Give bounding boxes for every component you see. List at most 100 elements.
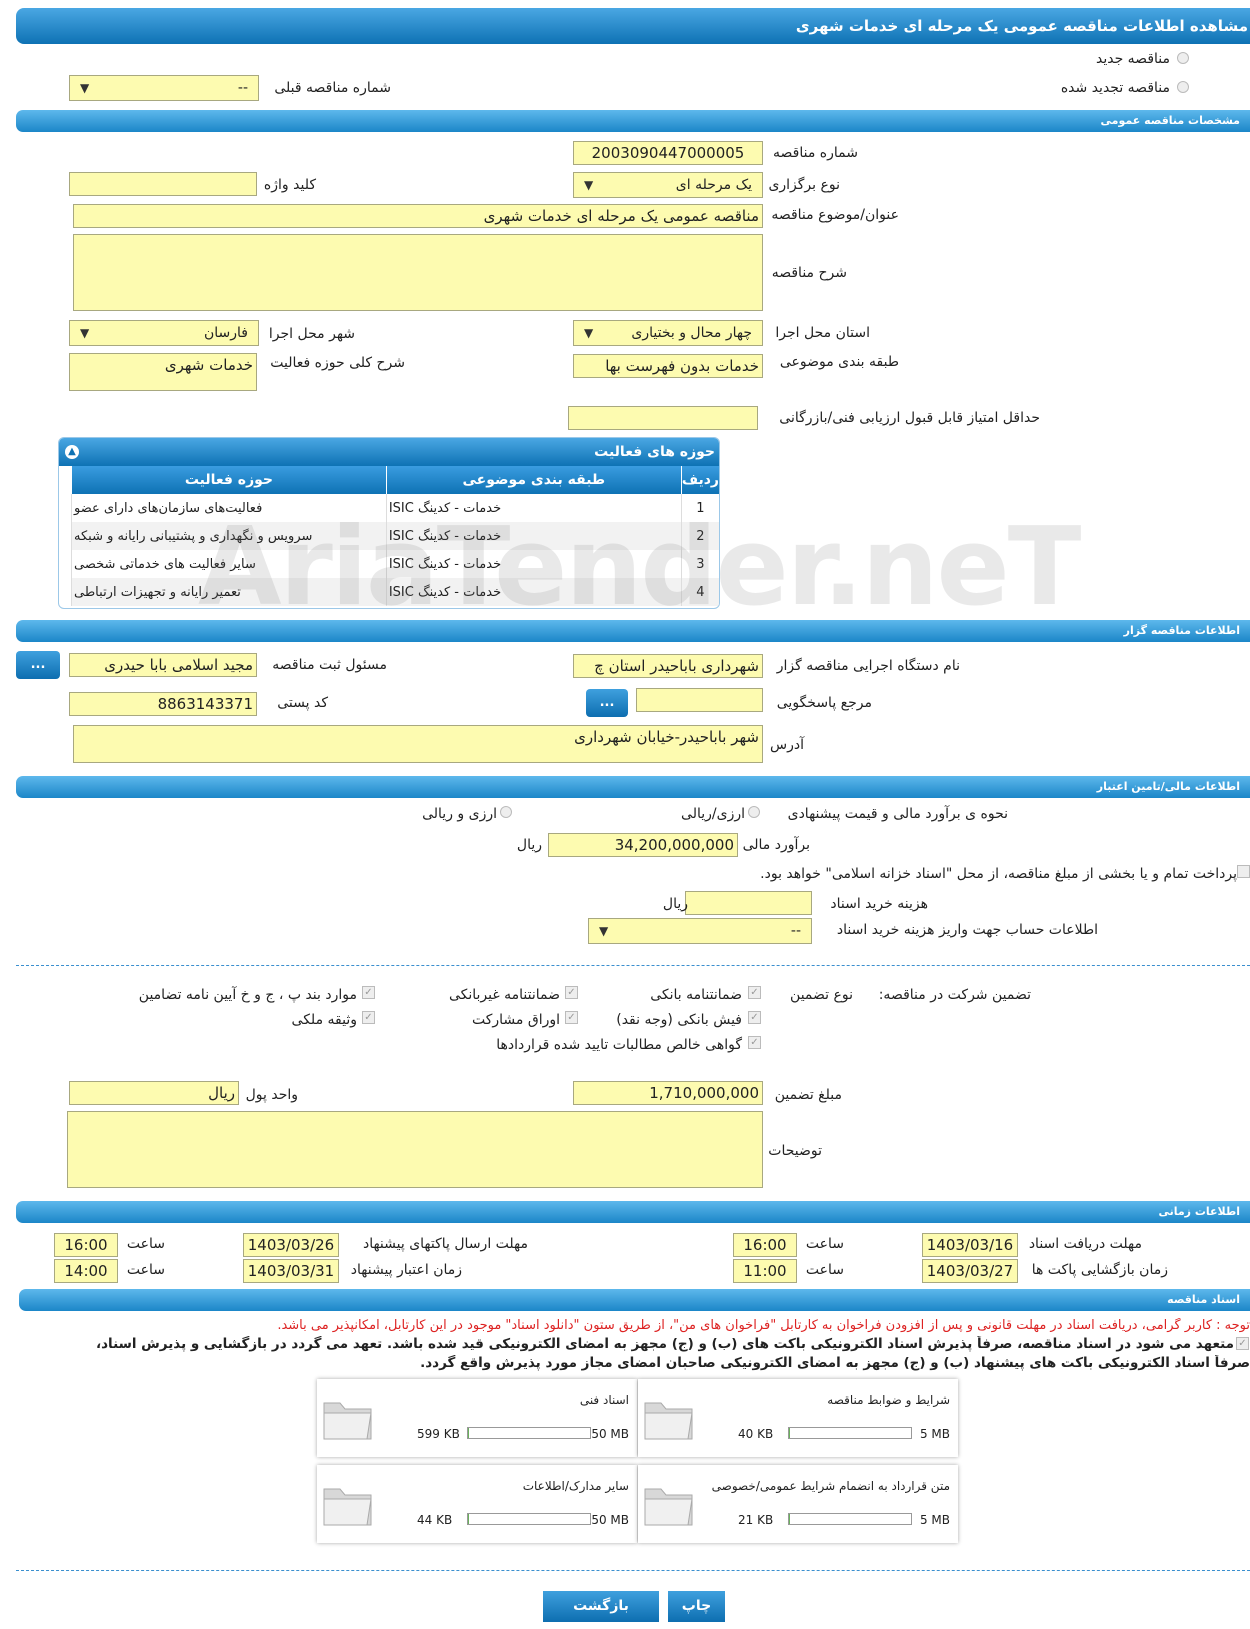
col-row: ردیف	[680, 466, 719, 494]
ref-lookup-button[interactable]: ...	[586, 689, 628, 717]
doc-progress	[467, 1427, 591, 1439]
print-button[interactable]: چاپ	[668, 1591, 725, 1622]
doc-card[interactable]: اسناد فنی 599 KB 50 MB	[317, 1379, 637, 1457]
section-general: مشخصات مناقصه عمومی	[16, 110, 1250, 132]
treasury-text: پرداخت تمام و یا بخشی از مبلغ مناقصه، از…	[760, 866, 1237, 882]
account-label: اطلاعات حساب جهت واریز هزینه خرید اسناد	[836, 922, 1098, 938]
commit-text-1: متعهد می شود در اسناد مناقصه، صرفاً پذیر…	[95, 1336, 1234, 1352]
registrar-label: مسئول ثبت مناقصه	[272, 657, 387, 673]
subject-label: عنوان/موضوع مناقصه	[771, 207, 899, 223]
desc-field[interactable]	[73, 234, 763, 311]
folder-icon	[323, 1402, 372, 1440]
keyword-label: کلید واژه	[263, 177, 316, 193]
estimate-field: 34,200,000,000	[548, 833, 738, 857]
doc-title: اسناد فنی	[579, 1393, 629, 1407]
province-label: استان محل اجرا	[775, 325, 870, 341]
open-time-label: ساعت	[805, 1262, 844, 1278]
estimate-method-label: نحوه ی برآورد مالی و قیمت پیشنهادی	[787, 806, 1008, 822]
org-name-field: شهرداری باباحیدر استان چ	[573, 654, 763, 678]
doc-used: 44 KB	[417, 1513, 453, 1527]
doc-card[interactable]: متن قرارداد به انضمام شرایط عمومی/خصوصی …	[638, 1465, 958, 1543]
postal-field: 8863143371	[69, 692, 257, 716]
ref-field[interactable]	[636, 688, 763, 712]
g4-label: فیش بانکی (وجه نقد)	[616, 1012, 742, 1028]
doc-progress	[467, 1513, 591, 1525]
radio-new-label: مناقصه جدید	[1095, 51, 1170, 67]
keyword-field[interactable]	[69, 172, 257, 196]
ref-label: مرجع پاسخگویی	[776, 695, 872, 711]
validity-field: 1403/03/31	[243, 1259, 339, 1283]
send-deadline-time-field: 16:00	[54, 1233, 118, 1257]
doc-card[interactable]: شرایط و ضوابط مناقصه 40 KB 5 MB	[638, 1379, 958, 1457]
holding-type-label: نوع برگزاری	[768, 177, 840, 193]
account-select[interactable]: -- ▼	[588, 918, 812, 944]
notes-field[interactable]	[67, 1111, 763, 1188]
divider	[16, 965, 1250, 966]
radio-rial-label: ارزی/ریالی	[681, 806, 745, 822]
section-time: اطلاعات زمانی	[16, 1201, 1250, 1223]
g2-label: ضمانتنامه غیربانکی	[448, 987, 560, 1003]
radio-rial[interactable]	[748, 806, 760, 818]
registrar-lookup-button[interactable]: ...	[16, 651, 60, 679]
folder-icon	[323, 1488, 372, 1526]
doc-max: 50 MB	[591, 1427, 629, 1441]
desc-label: شرح مناقصه	[771, 265, 847, 281]
radio-renew-label: مناقصه تجدید شده	[1060, 80, 1170, 96]
watermark: AriaTender.neT	[198, 505, 1081, 630]
guarantee-amount-label: مبلغ تضمین	[774, 1087, 842, 1103]
doc-fee-unit: ریال	[662, 896, 688, 912]
section-organizer: اطلاعات مناقصه گزار	[16, 620, 1250, 642]
doc-deadline-field: 1403/03/16	[922, 1233, 1018, 1257]
doc-used: 40 KB	[738, 1427, 774, 1441]
tender-number-field: 2003090447000005	[573, 141, 763, 165]
doc-fee-label: هزینه خرید اسناد	[830, 896, 928, 912]
city-label: شهر محل اجرا	[268, 326, 355, 342]
radio-currency[interactable]	[500, 806, 512, 818]
open-time-field: 11:00	[733, 1259, 797, 1283]
prev-number-value: --	[237, 80, 248, 96]
prev-number-select[interactable]: -- ▼	[69, 75, 259, 101]
section-docs: اسناد مناقصه	[19, 1289, 1250, 1311]
doc-max: 5 MB	[919, 1427, 950, 1441]
doc-fee-field[interactable]	[685, 891, 812, 915]
holding-type-select[interactable]: یک مرحله ای ▼	[573, 172, 763, 198]
back-button[interactable]: بازگشت	[543, 1591, 659, 1622]
city-select[interactable]: فارسان ▼	[69, 320, 259, 346]
radio-new[interactable]	[1177, 52, 1189, 64]
radio-renew[interactable]	[1177, 81, 1189, 93]
org-name-label: نام دستگاه اجرایی مناقصه گزار	[776, 658, 960, 674]
col-activity: حوزه فعالیت	[71, 466, 387, 494]
doc-progress	[788, 1513, 912, 1525]
page-title: مشاهده اطلاعات مناقصه عمومی یک مرحله ای …	[16, 8, 1250, 44]
estimate-label: برآورد مالی	[742, 837, 810, 853]
prev-number-label: شماره مناقصه قبلی	[274, 80, 391, 96]
doc-deadline-time-label: ساعت	[805, 1236, 844, 1252]
notes-label: توضیحات	[768, 1143, 822, 1159]
g3-label: موارد بند پ ، ج و خ آیین نامه تضامین	[138, 987, 357, 1003]
send-deadline-time-label: ساعت	[126, 1236, 165, 1252]
g5-label: اوراق مشارکت	[471, 1012, 560, 1028]
g5-checkbox: ✓	[565, 1011, 578, 1024]
min-score-field[interactable]	[568, 406, 758, 430]
doc-max: 5 MB	[919, 1513, 950, 1527]
doc-card[interactable]: سایر مدارک/اطلاعات 44 KB 50 MB	[317, 1465, 637, 1543]
province-select[interactable]: چهار محال و بختیاری ▼	[573, 320, 763, 346]
doc-used: 599 KB	[417, 1427, 460, 1441]
g6-label: وثیقه ملکی	[291, 1012, 357, 1028]
account-value: --	[790, 923, 801, 939]
registrar-field: مجید اسلامی بابا حیدری	[69, 653, 257, 677]
scope-label: شرح کلی حوزه فعالیت	[270, 355, 405, 371]
treasury-checkbox[interactable]	[1237, 865, 1250, 878]
tender-number-label: شماره مناقصه	[773, 145, 858, 161]
chevron-down-icon: ▼	[80, 81, 90, 95]
holding-type-value: یک مرحله ای	[675, 177, 752, 193]
doc-deadline-time-field: 16:00	[733, 1233, 797, 1257]
collapse-icon[interactable]: ▲	[65, 445, 79, 459]
category-field: خدمات بدون فهرست بها	[573, 354, 763, 378]
col-category: طبقه بندی موضوعی	[385, 466, 682, 494]
open-label: زمان بازگشایی پاکت ها	[1031, 1262, 1168, 1278]
city-value: فارسان	[204, 325, 248, 341]
address-field: شهر باباحیدر-خیابان شهرداری	[73, 725, 763, 763]
open-date-field: 1403/03/27	[922, 1259, 1018, 1283]
subject-field: مناقصه عمومی یک مرحله ای خدمات شهری	[73, 204, 763, 228]
